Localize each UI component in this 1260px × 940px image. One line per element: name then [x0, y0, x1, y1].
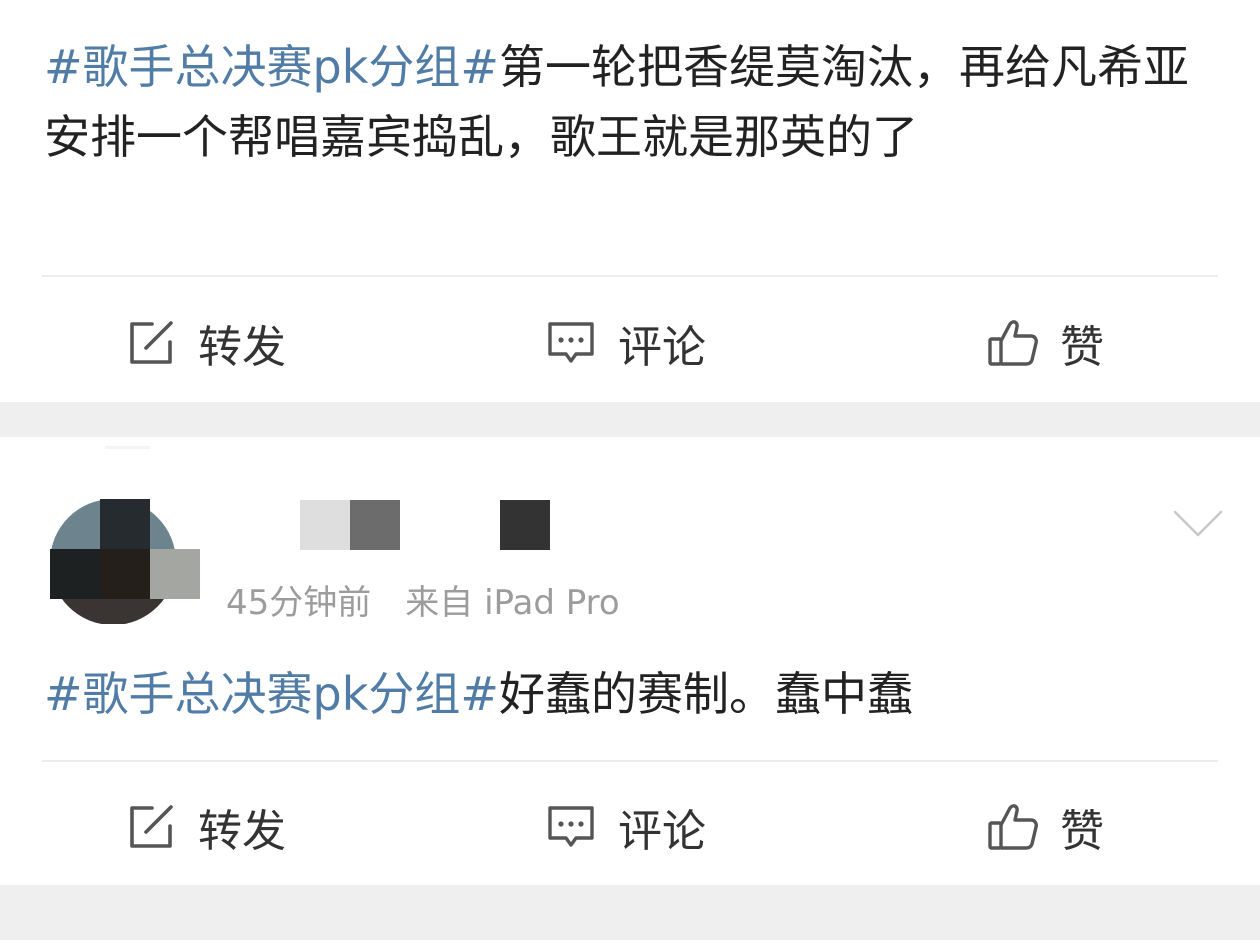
chevron-down-icon[interactable]	[1172, 509, 1224, 539]
topic-link[interactable]: #歌手总决赛pk分组#	[44, 40, 499, 94]
like-label: 赞	[1060, 322, 1104, 373]
mosaic-block	[350, 500, 400, 550]
mosaic-block	[150, 549, 200, 599]
post-card: 45分钟前 来自 iPad Pro #歌手总决赛pk分组#好蠢的赛制。蠢中蠢 转发…	[0, 437, 1260, 885]
post-body-text: 好蠢的赛制。蠢中蠢	[498, 667, 913, 721]
like-button[interactable]: 赞	[986, 782, 1104, 872]
comment-bubble-icon	[548, 322, 594, 363]
action-bar: 转发 评论 赞	[0, 782, 1260, 872]
repost-button[interactable]: 转发	[124, 298, 286, 388]
mosaic-block	[50, 549, 100, 599]
post-time: 45分钟前	[226, 583, 372, 623]
divider	[42, 760, 1218, 762]
repost-button[interactable]: 转发	[124, 782, 286, 872]
comment-label: 评论	[618, 322, 706, 373]
post-content: #歌手总决赛pk分组#好蠢的赛制。蠢中蠢	[44, 659, 1220, 729]
post-card: #歌手总决赛pk分组#第一轮把香缇莫淘汰，再给凡希亚安排一个帮唱嘉宾捣乱，歌王就…	[0, 0, 1260, 402]
comment-button[interactable]: 评论	[544, 782, 706, 872]
edit-square-icon	[130, 805, 173, 848]
mosaic-block	[500, 500, 550, 550]
divider	[105, 446, 150, 449]
mosaic-block	[100, 499, 150, 549]
like-button[interactable]: 赞	[986, 298, 1104, 388]
post-meta: 45分钟前 来自 iPad Pro	[226, 575, 620, 624]
mosaic-block	[100, 549, 150, 599]
comment-button[interactable]: 评论	[544, 298, 706, 388]
repost-label: 转发	[198, 806, 286, 857]
thumbs-up-icon	[988, 320, 1038, 366]
username-redacted[interactable]	[300, 500, 600, 550]
action-bar: 转发 评论 赞	[0, 298, 1260, 388]
topic-link[interactable]: #歌手总决赛pk分组#	[44, 667, 499, 721]
post-content: #歌手总决赛pk分组#第一轮把香缇莫淘汰，再给凡希亚安排一个帮唱嘉宾捣乱，歌王就…	[44, 32, 1220, 172]
comment-bubble-icon	[548, 806, 594, 847]
comment-label: 评论	[618, 806, 706, 857]
divider	[42, 275, 1218, 277]
mosaic-block	[300, 500, 350, 550]
post-source: 来自 iPad Pro	[405, 583, 620, 623]
repost-label: 转发	[198, 322, 286, 373]
avatar[interactable]	[50, 499, 200, 624]
like-label: 赞	[1060, 806, 1104, 857]
thumbs-up-icon	[988, 804, 1038, 850]
edit-square-icon	[130, 321, 173, 364]
